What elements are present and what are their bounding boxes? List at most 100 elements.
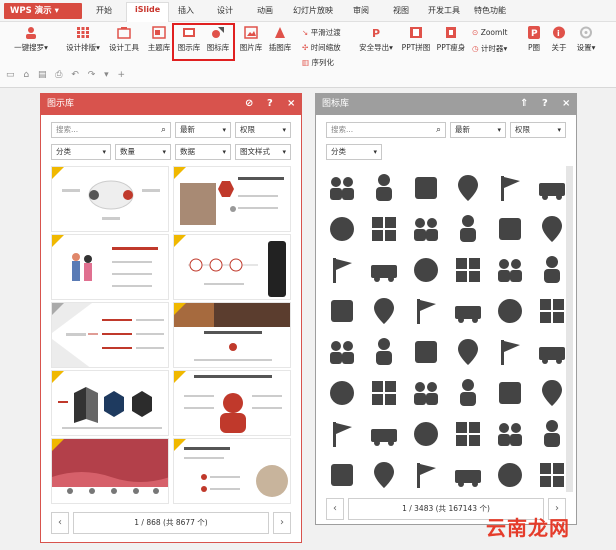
tab-animation[interactable]: 动画	[257, 5, 273, 16]
fan-icon[interactable]	[452, 377, 484, 409]
diagram-thumbnail[interactable]	[173, 438, 291, 504]
gear-circle-icon[interactable]	[326, 336, 358, 368]
pdraw-button[interactable]: P P圈	[524, 26, 544, 53]
diagram-thumbnail[interactable]	[173, 234, 291, 300]
group-icon[interactable]	[410, 213, 442, 245]
prev-page-button[interactable]: ‹	[326, 498, 344, 520]
podium-icon[interactable]	[368, 336, 400, 368]
document-list-icon[interactable]	[326, 295, 358, 327]
one-click-button[interactable]: 一键搜罗▾	[10, 26, 52, 53]
globe-icon[interactable]	[452, 295, 484, 327]
up-arrows-icon[interactable]	[326, 459, 358, 491]
tab-design[interactable]: 设计	[217, 5, 233, 16]
swimmer-icon[interactable]	[326, 418, 358, 450]
desk-icon[interactable]	[410, 336, 442, 368]
design-layout-button[interactable]: 设计排版▾	[62, 26, 104, 53]
icon-category-select[interactable]: 分类 ▾	[326, 144, 382, 160]
tab-slideshow[interactable]: 幻灯片放映	[293, 5, 333, 16]
diagram-sort-select[interactable]: 最新 ▾	[175, 122, 231, 138]
flag-pole-icon[interactable]	[494, 377, 526, 409]
diagram-search-input[interactable]: 搜索... ⌕	[51, 122, 171, 138]
timer-button[interactable]: ◷ 计时器▾	[472, 43, 507, 54]
qr-code-icon[interactable]	[452, 459, 484, 491]
org-chart-icon[interactable]	[368, 213, 400, 245]
time-zoom-button[interactable]: ✣ 时间缩放	[302, 42, 341, 53]
tab-insert[interactable]: 插入	[178, 5, 194, 16]
location-pin-icon[interactable]	[452, 172, 484, 204]
flag-icon[interactable]	[494, 172, 526, 204]
diagram-style-select[interactable]: 图文样式 ▾	[235, 144, 291, 160]
search-icon[interactable]: ⌕	[161, 123, 166, 137]
user-upload-icon[interactable]	[326, 254, 358, 286]
brick-wall-icon[interactable]	[410, 254, 442, 286]
tab-features[interactable]: 特色功能	[474, 5, 506, 16]
headphones-icon[interactable]	[536, 295, 568, 327]
tab-developer[interactable]: 开发工具	[428, 5, 460, 16]
bomb-icon[interactable]	[536, 418, 568, 450]
diagram-thumbnail[interactable]	[173, 370, 291, 436]
diagram-permission-select[interactable]: 权限 ▾	[235, 122, 291, 138]
ppt-tile-button[interactable]: PPT拼图	[400, 26, 432, 53]
team-icon[interactable]	[368, 172, 400, 204]
elevator-icon[interactable]	[452, 213, 484, 245]
icon-sort-select[interactable]: 最新 ▾	[450, 122, 506, 138]
exit-door-icon[interactable]	[326, 377, 358, 409]
eye-off-icon[interactable]: ⊘	[245, 98, 253, 110]
help-icon[interactable]: ?	[542, 98, 548, 110]
diagram-thumbnail[interactable]	[51, 234, 169, 300]
tab-view[interactable]: 视图	[393, 5, 409, 16]
pin-icon[interactable]: ⇑	[520, 98, 528, 110]
icon-permission-select[interactable]: 权限 ▾	[510, 122, 566, 138]
ambulance-icon[interactable]	[536, 172, 568, 204]
smooth-transition-button[interactable]: ↘ 平滑过渡	[302, 27, 341, 38]
bus-icon[interactable]	[368, 418, 400, 450]
documents-icon[interactable]	[368, 459, 400, 491]
about-button[interactable]: i 关于	[548, 26, 570, 53]
diagram-thumbnail[interactable]	[173, 302, 291, 368]
icon-scrollbar[interactable]	[566, 166, 573, 492]
illustration-lib-button[interactable]: 插图库	[266, 26, 294, 53]
air-conditioner-icon[interactable]	[494, 418, 526, 450]
mail-person-icon[interactable]	[536, 213, 568, 245]
diagram-thumbnail[interactable]	[51, 166, 169, 232]
person-box-icon[interactable]	[410, 418, 442, 450]
audience-icon[interactable]	[536, 459, 568, 491]
couple-icon[interactable]	[410, 377, 442, 409]
person-network-icon[interactable]	[410, 172, 442, 204]
database-settings-icon[interactable]	[536, 336, 568, 368]
safe-export-button[interactable]: P 安全导出▾	[354, 26, 398, 53]
tab-home[interactable]: 开始	[96, 5, 112, 16]
medal-icon[interactable]	[410, 459, 442, 491]
face-glasses-icon[interactable]	[536, 254, 568, 286]
sequence-button[interactable]: ▥ 序列化	[302, 57, 334, 68]
support-agent-icon[interactable]	[494, 254, 526, 286]
quick-access-toolbar[interactable]: ▭ ⌂ ▤ ⎙ ↶ ↷ ▾ +	[6, 70, 128, 80]
zoomit-button[interactable]: ⊙ ZoomIt	[472, 28, 507, 37]
prev-page-button[interactable]: ‹	[51, 512, 69, 534]
camera-icon[interactable]	[410, 295, 442, 327]
tab-review[interactable]: 审阅	[353, 5, 369, 16]
chart-board-icon[interactable]	[494, 459, 526, 491]
brain-head-icon[interactable]	[452, 336, 484, 368]
family-icon[interactable]	[494, 295, 526, 327]
handshake-icon[interactable]	[452, 418, 484, 450]
tab-islide[interactable]: iSlide	[126, 2, 170, 22]
close-icon[interactable]: ×	[562, 98, 570, 110]
bicycle-icon[interactable]	[368, 254, 400, 286]
image-lib-button[interactable]: 图片库	[238, 26, 264, 53]
icon-search-input[interactable]: 搜索... ⌕	[326, 122, 446, 138]
award-group-icon[interactable]	[494, 336, 526, 368]
help-icon[interactable]: ?	[267, 98, 273, 110]
diagram-thumbnail[interactable]	[51, 438, 169, 504]
ppt-slim-button[interactable]: PPT瘦身	[434, 26, 468, 53]
theme-lib-button[interactable]: 主题库	[146, 26, 172, 53]
pair-icon[interactable]	[368, 377, 400, 409]
search-icon[interactable]: ⌕	[436, 123, 441, 137]
diagram-thumbnail[interactable]	[173, 166, 291, 232]
diagram-data-select[interactable]: 数据 ▾	[175, 144, 231, 160]
dog-icon[interactable]	[536, 377, 568, 409]
close-icon[interactable]: ×	[287, 98, 295, 110]
diagram-thumbnail[interactable]	[51, 370, 169, 436]
app-menu-button[interactable]: WPS 演示 ▾	[4, 3, 82, 19]
diagram-thumbnail[interactable]	[51, 302, 169, 368]
